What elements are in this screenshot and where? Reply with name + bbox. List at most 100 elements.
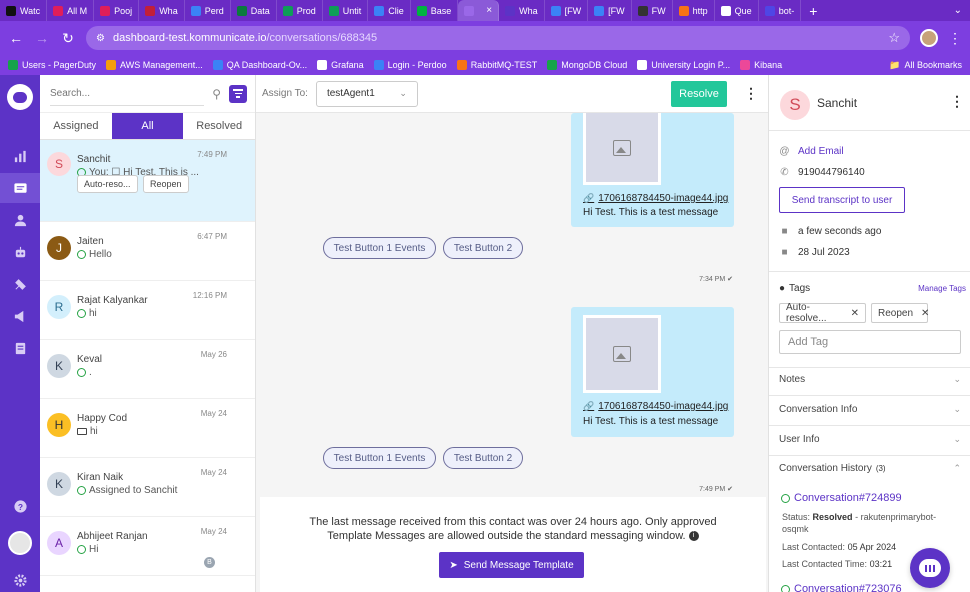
browser-tab[interactable]: bot- [759,0,802,21]
browser-tab[interactable]: × [458,0,500,21]
manage-tags-link[interactable]: Manage Tags [918,284,966,293]
tab-label: Wha [519,5,538,16]
tab-all[interactable]: All [111,113,184,139]
tab-assigned[interactable]: Assigned [40,113,112,139]
conversation-item[interactable]: S Sanchit 7:49 PM You: ☐ Hi Test. This is .… [40,140,255,222]
profile-avatar[interactable] [920,29,938,47]
tab-favicon-icon [6,5,16,16]
add-tag-input[interactable]: Add Tag [779,330,961,354]
conversation-tag-chip[interactable]: Reopen [143,175,189,193]
resolve-button[interactable]: Resolve [671,81,727,107]
settings-gear-icon[interactable] [0,565,40,592]
conversation-item[interactable]: J Jaiten 6:47 PM Hello [40,222,255,281]
conversation-item[interactable]: K Kiran Naik May 24 Assigned to Sanchit [40,458,255,517]
url-field[interactable]: ⚙ dashboard-test.kommunicate.io/conversa… [86,26,910,50]
bookmark-item[interactable]: Users - PagerDuty [8,60,96,70]
remove-tag-icon[interactable]: ✕ [851,308,859,319]
info-icon[interactable]: i [688,531,699,542]
conversation-info-section[interactable]: Conversation Info ⌄ [779,404,961,415]
knowledge-base-icon[interactable] [0,333,40,363]
browser-tab[interactable]: Perd [185,0,231,21]
user-info-section[interactable]: User Info ⌄ [779,434,961,445]
quick-reply-button[interactable]: Test Button 2 [443,237,523,259]
browser-tab[interactable]: http [673,0,715,21]
bookmark-item[interactable]: University Login P... [637,60,730,70]
bookmark-item[interactable]: AWS Management... [106,60,203,70]
conversation-item[interactable]: H Happy Cod May 24 hi [40,399,255,458]
tab-favicon-icon [720,5,731,16]
tab-favicon-icon [374,5,385,16]
browser-tab[interactable]: Watc [0,0,48,21]
assignee-select[interactable]: testAgent1 ⌄ [315,80,418,107]
send-transcript-button[interactable]: Send transcript to user [779,187,905,213]
chat-widget-launcher[interactable] [910,548,950,588]
search-input[interactable] [50,81,205,106]
bot-icon[interactable] [0,237,40,267]
back-icon[interactable]: ← [8,30,24,46]
help-icon[interactable]: ? [0,491,40,521]
quick-reply-button[interactable]: Test Button 1 Events [323,447,436,469]
file-link[interactable]: 🔗 1706168784450-image44.jpg [583,193,728,204]
quick-reply-button[interactable]: Test Button 1 Events [323,237,436,259]
tab-resolved[interactable]: Resolved [183,113,255,139]
conversation-tag-chip[interactable]: Auto-reso... [77,175,138,193]
kommunicate-logo[interactable] [7,84,33,110]
reports-icon[interactable] [0,141,40,171]
whatsapp-icon [77,309,86,318]
browser-tab[interactable]: Untit [323,0,369,21]
site-settings-icon[interactable]: ⚙ [96,33,105,44]
bookmark-item[interactable]: Kibana [740,60,782,70]
chat-options-icon[interactable]: ⋮ [744,85,758,102]
users-icon[interactable] [0,205,40,235]
all-bookmarks[interactable]: 📁 All Bookmarks [889,60,962,71]
reload-icon[interactable]: ↻ [60,30,76,47]
browser-tab[interactable]: [FW [588,0,632,21]
notes-section[interactable]: Notes ⌄ [779,374,961,385]
filter-button[interactable] [229,84,247,103]
integrations-icon[interactable] [0,269,40,299]
agent-avatar[interactable] [8,531,32,555]
browser-tab[interactable]: Data [231,0,277,21]
bookmark-item[interactable]: Grafana [317,60,364,70]
quick-reply-button[interactable]: Test Button 2 [443,447,523,469]
image-attachment[interactable] [583,315,661,393]
conversations-icon[interactable] [0,173,40,203]
browser-tab[interactable]: Que [715,0,759,21]
browser-tab[interactable]: FW [632,0,673,21]
conversation-item[interactable]: A Abhijeet Ranjan May 24 Hi B [40,517,255,576]
search-icon[interactable]: ⚲ [212,87,221,101]
conversation-list-panel: ⚲ Assigned All Resolved SSanchit7:49 PMY… [40,75,256,592]
browser-tab[interactable]: [FW [545,0,589,21]
bookmark-item[interactable]: MongoDB Cloud [547,60,627,70]
browser-tab[interactable]: All M [47,0,95,21]
contact-options-icon[interactable]: ⋮ [950,93,964,110]
bookmark-star-icon[interactable]: ☆ [888,30,900,46]
bookmark-item[interactable]: Login - Perdoo [373,60,447,70]
browser-tab[interactable]: Wha [499,0,545,21]
remove-tag-icon[interactable]: ✕ [921,308,929,319]
forward-icon[interactable]: → [34,30,50,46]
history-conversation-link[interactable]: Conversation#723076 [781,583,902,592]
contact-name: Keval [77,354,103,365]
browser-tab[interactable]: Pooj [94,0,140,21]
add-email-link[interactable]: Add Email [798,146,844,157]
browser-menu-icon[interactable]: ⋮ [948,30,962,47]
bookmark-item[interactable]: QA Dashboard-Ov... [212,60,307,70]
browser-tab[interactable]: Clie [368,0,411,21]
conversation-history-section[interactable]: Conversation History (3) ⌃ [779,463,961,474]
preview-text: Hi [89,544,99,555]
browser-tab[interactable]: Base [411,0,459,21]
image-attachment[interactable] [583,113,661,185]
browser-tab[interactable]: Wha [139,0,185,21]
file-link[interactable]: 🔗 1706168784450-image44.jpg [583,401,728,412]
close-tab-icon[interactable]: × [486,5,492,16]
browser-tab[interactable]: Prod [277,0,323,21]
new-tab-icon[interactable]: + [801,3,825,19]
conversation-item[interactable]: R Rajat Kalyankar 12:16 PM hi [40,281,255,340]
campaigns-icon[interactable] [0,301,40,331]
tab-search-icon[interactable]: ⌄ [946,5,970,16]
history-conversation-link[interactable]: Conversation#724899 [781,492,902,504]
bookmark-item[interactable]: RabbitMQ-TEST [456,60,537,70]
conversation-item[interactable]: K Keval May 26. [40,340,255,399]
send-message-template-button[interactable]: ➤ Send Message Template [439,552,584,578]
